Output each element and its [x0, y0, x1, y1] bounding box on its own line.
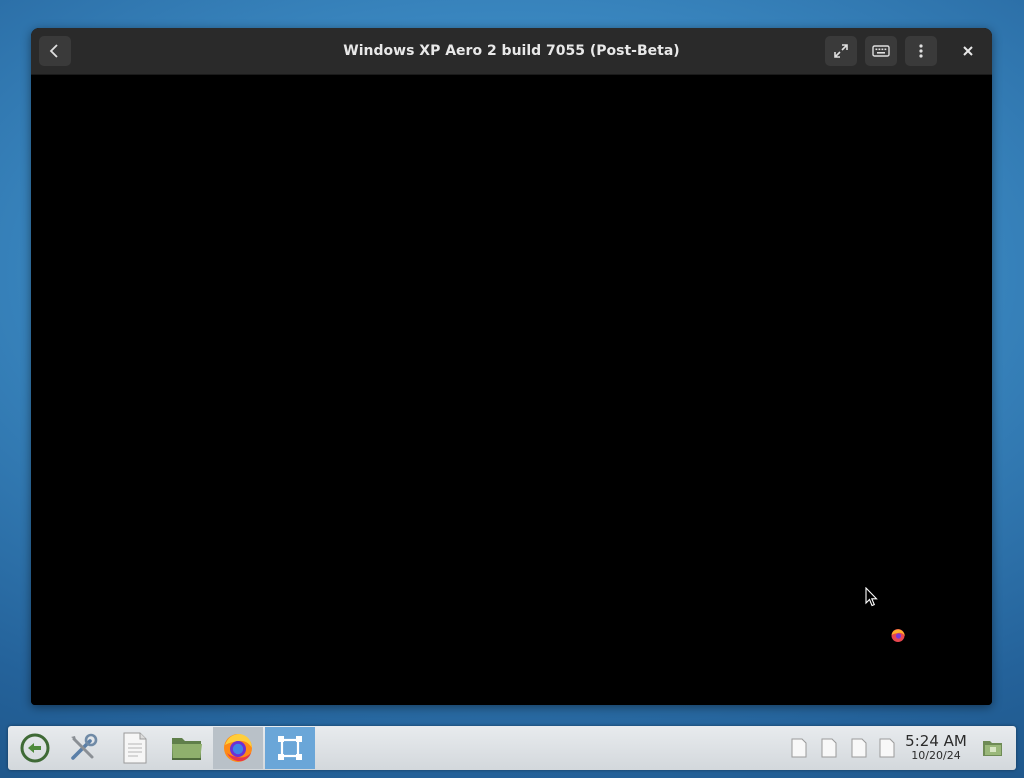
back-button[interactable] — [39, 36, 71, 66]
fullscreen-icon — [834, 44, 848, 58]
taskbar-file-manager-launcher[interactable] — [162, 727, 212, 769]
show-desktop-icon[interactable] — [982, 738, 1004, 758]
firefox-small-icon — [891, 629, 905, 642]
tray-document-icon[interactable] — [821, 738, 837, 758]
text-editor-icon — [123, 732, 147, 764]
mouse-pointer-icon — [865, 587, 878, 607]
menu-icon — [20, 733, 50, 763]
close-icon — [963, 46, 973, 56]
clock-time: 5:24 AM — [905, 732, 967, 750]
tray-document-icon[interactable] — [791, 738, 807, 758]
taskbar-boxes-launcher[interactable] — [265, 727, 315, 769]
taskbar: 5:24 AM 10/20/24 — [8, 726, 1016, 770]
window-title: Windows XP Aero 2 build 7055 (Post-Beta) — [343, 43, 680, 59]
vm-window: Windows XP Aero 2 build 7055 (Post-Beta) — [31, 28, 992, 705]
tray-document-icon[interactable] — [851, 738, 867, 758]
boxes-icon — [278, 736, 302, 760]
taskbar-text-editor-launcher[interactable] — [110, 727, 160, 769]
taskbar-menu-launcher[interactable] — [10, 727, 60, 769]
vm-display[interactable] — [31, 75, 992, 705]
clock[interactable]: 5:24 AM 10/20/24 — [904, 733, 968, 762]
clock-date: 10/20/24 — [911, 749, 961, 762]
keyboard-icon — [872, 45, 890, 57]
desktop: { "window": { "title": "Windows XP Aero … — [0, 0, 1024, 778]
tray-document-icon[interactable] — [879, 738, 895, 758]
file-manager-icon — [172, 738, 202, 760]
taskbar-firefox-launcher[interactable] — [213, 727, 263, 769]
vertical-dots-icon — [919, 44, 923, 58]
taskbar-settings-launcher[interactable] — [58, 727, 108, 769]
keyboard-button[interactable] — [865, 36, 897, 66]
fullscreen-button[interactable] — [825, 36, 857, 66]
settings-tools-icon — [71, 733, 98, 760]
firefox-icon — [224, 734, 252, 762]
headerbar: Windows XP Aero 2 build 7055 (Post-Beta) — [31, 28, 992, 75]
menu-button[interactable] — [905, 36, 937, 66]
chevron-left-icon — [49, 44, 58, 58]
close-button[interactable] — [952, 36, 984, 66]
